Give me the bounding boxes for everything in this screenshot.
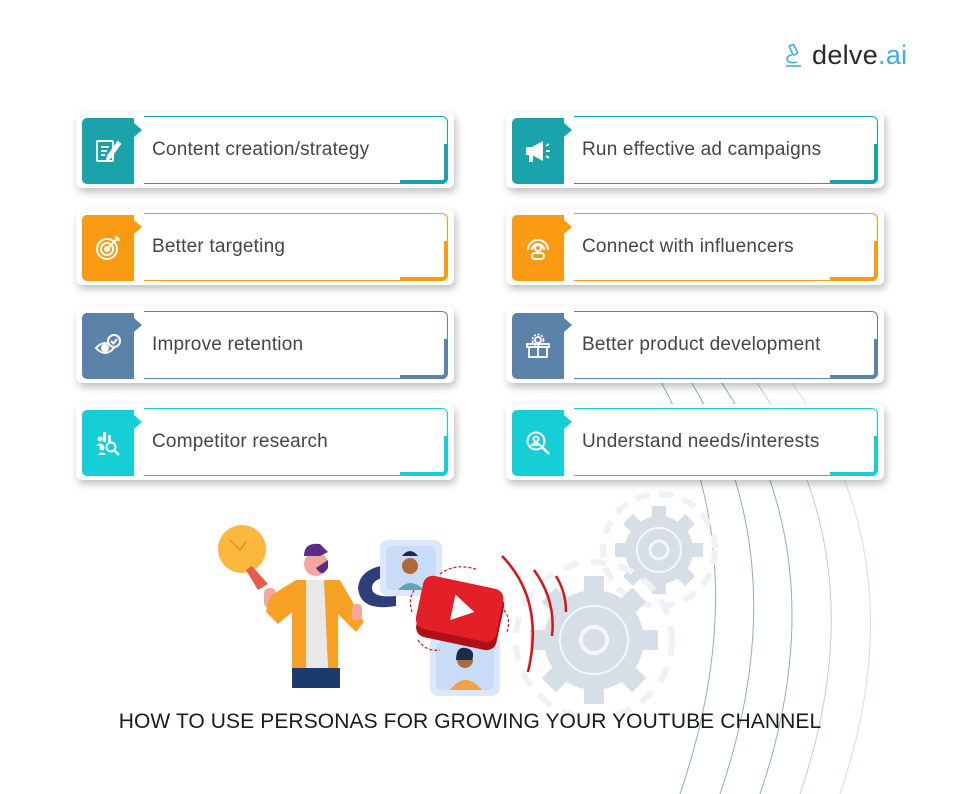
eye-check-icon — [82, 313, 142, 379]
card-connect-influencers: Connect with influencers — [506, 209, 884, 285]
infographic-title: HOW TO USE PERSONAS FOR GROWING YOUR YOU… — [118, 710, 822, 733]
card-label: Better targeting — [152, 236, 286, 257]
card-label: Understand needs/interests — [582, 431, 820, 452]
influencer-broadcast-icon — [512, 215, 572, 281]
card-ad-campaigns: Run effective ad campaigns — [506, 112, 884, 188]
product-box-gear-icon — [512, 313, 572, 379]
competitor-analysis-icon — [82, 410, 142, 476]
target-icon — [82, 215, 142, 281]
card-label: Run effective ad campaigns — [582, 139, 822, 160]
card-improve-retention: Improve retention — [76, 307, 454, 383]
content-edit-icon — [82, 118, 142, 184]
microscope-icon — [786, 43, 801, 67]
delve-ai-logo: delve.ai — [784, 40, 907, 71]
card-competitor-research: Competitor research — [76, 404, 454, 480]
brand-name: delve.ai — [812, 40, 908, 70]
card-product-development: Better product development — [506, 307, 884, 383]
gear-small — [600, 491, 718, 609]
card-label: Improve retention — [152, 334, 304, 355]
card-label: Content creation/strategy — [152, 139, 370, 160]
card-label: Connect with influencers — [582, 236, 794, 257]
card-better-targeting: Better targeting — [76, 209, 454, 285]
gear-large — [513, 559, 675, 721]
card-label: Competitor research — [152, 431, 328, 452]
card-content-creation: Content creation/strategy — [76, 112, 454, 188]
megaphone-icon — [512, 118, 572, 184]
card-label: Better product development — [582, 334, 821, 355]
card-understand-needs: Understand needs/interests — [506, 404, 884, 480]
user-search-icon — [512, 410, 572, 476]
